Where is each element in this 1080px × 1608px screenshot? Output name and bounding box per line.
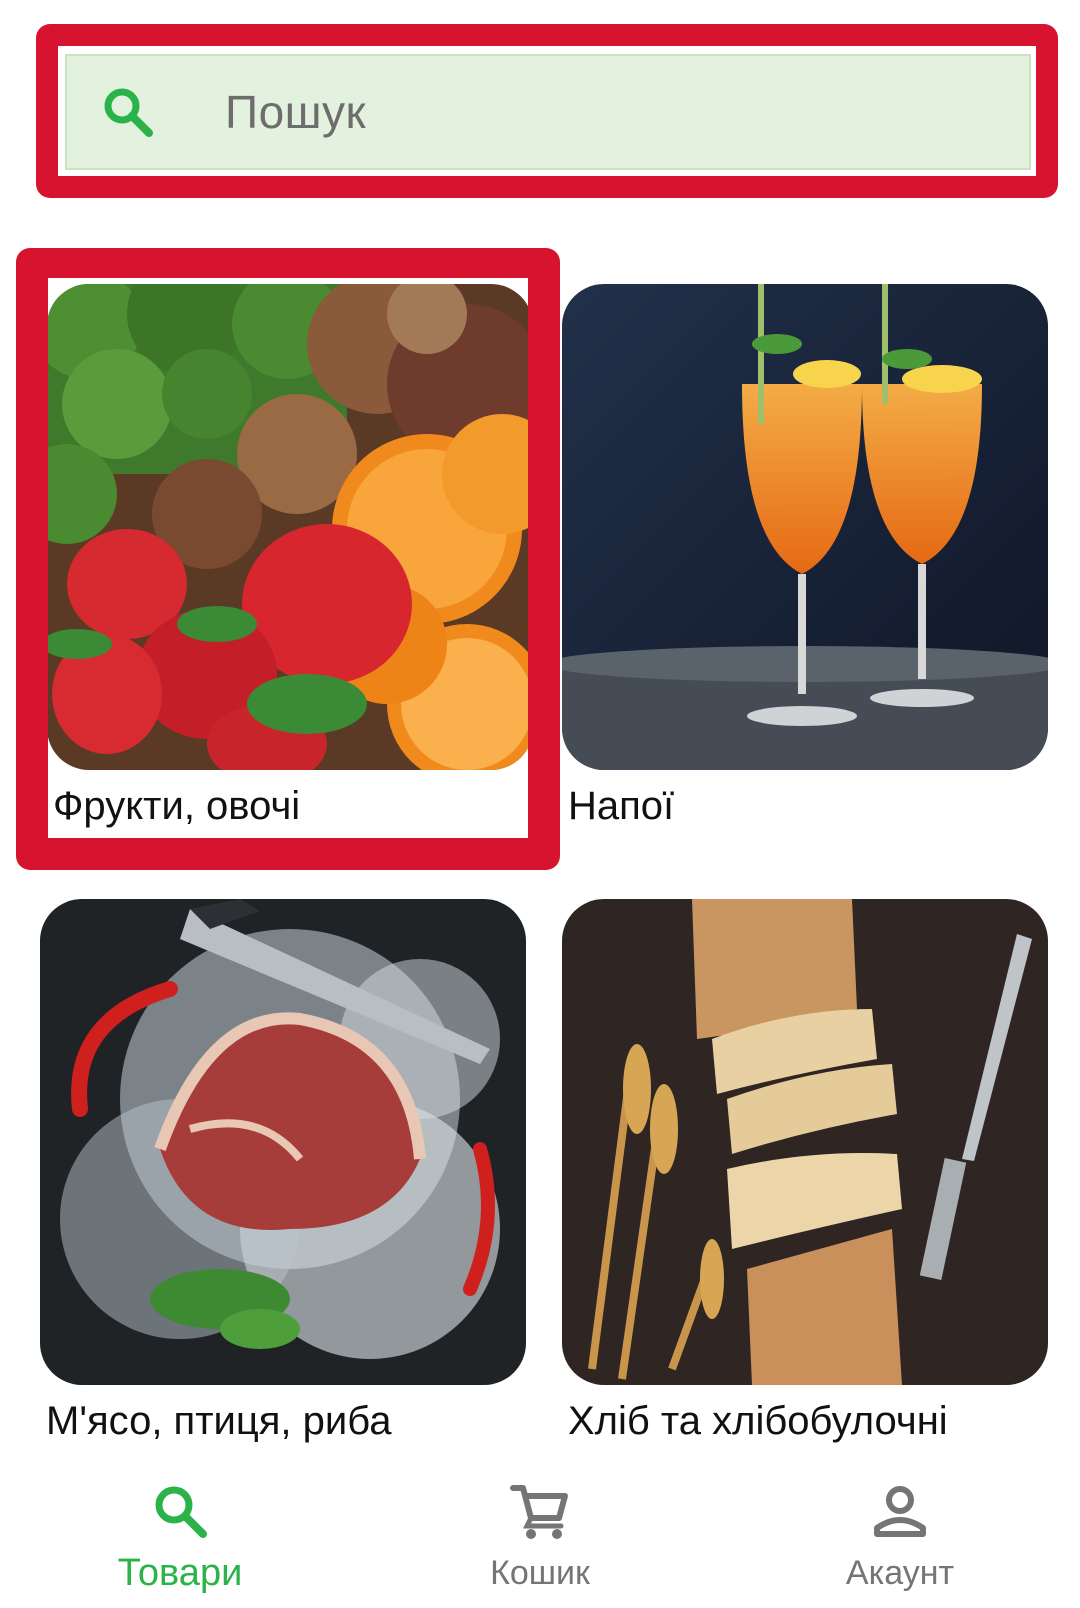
- category-card-meat[interactable]: М'ясо, птиця, риба: [40, 899, 526, 1475]
- category-card-fruits-vegetables[interactable]: Фрукти, овочі: [47, 284, 533, 860]
- nav-label: Акаунт: [845, 1554, 955, 1592]
- meat-photo: [40, 899, 526, 1385]
- nav-item-products[interactable]: Товари: [0, 1464, 360, 1608]
- nav-item-account[interactable]: Акаунт: [720, 1464, 1080, 1608]
- search-icon: [155, 1486, 207, 1538]
- cart-icon: [510, 1485, 568, 1539]
- category-label: Напої: [568, 784, 675, 828]
- account-icon: [874, 1486, 926, 1537]
- category-label: Фрукти, овочі: [53, 784, 301, 828]
- category-card-bread[interactable]: Хліб та хлібобулочні: [562, 899, 1048, 1475]
- bottom-navigation: Товари Кошик Акаунт: [0, 1464, 1080, 1608]
- nav-item-cart[interactable]: Кошик: [360, 1464, 720, 1608]
- nav-label: Кошик: [490, 1554, 590, 1592]
- category-label: М'ясо, птиця, риба: [46, 1399, 392, 1443]
- fruits-vegetables-photo: [47, 284, 533, 770]
- screen: Пошук Фрукти, овочі Напої М'ясо, птиця, …: [0, 0, 1080, 1608]
- search-highlight-frame: [36, 24, 1058, 198]
- nav-label: Товари: [117, 1552, 243, 1594]
- category-card-drinks[interactable]: Напої: [562, 284, 1048, 860]
- category-label: Хліб та хлібобулочні: [568, 1399, 948, 1443]
- bread-photo: [562, 899, 1048, 1385]
- drinks-photo: [562, 284, 1048, 770]
